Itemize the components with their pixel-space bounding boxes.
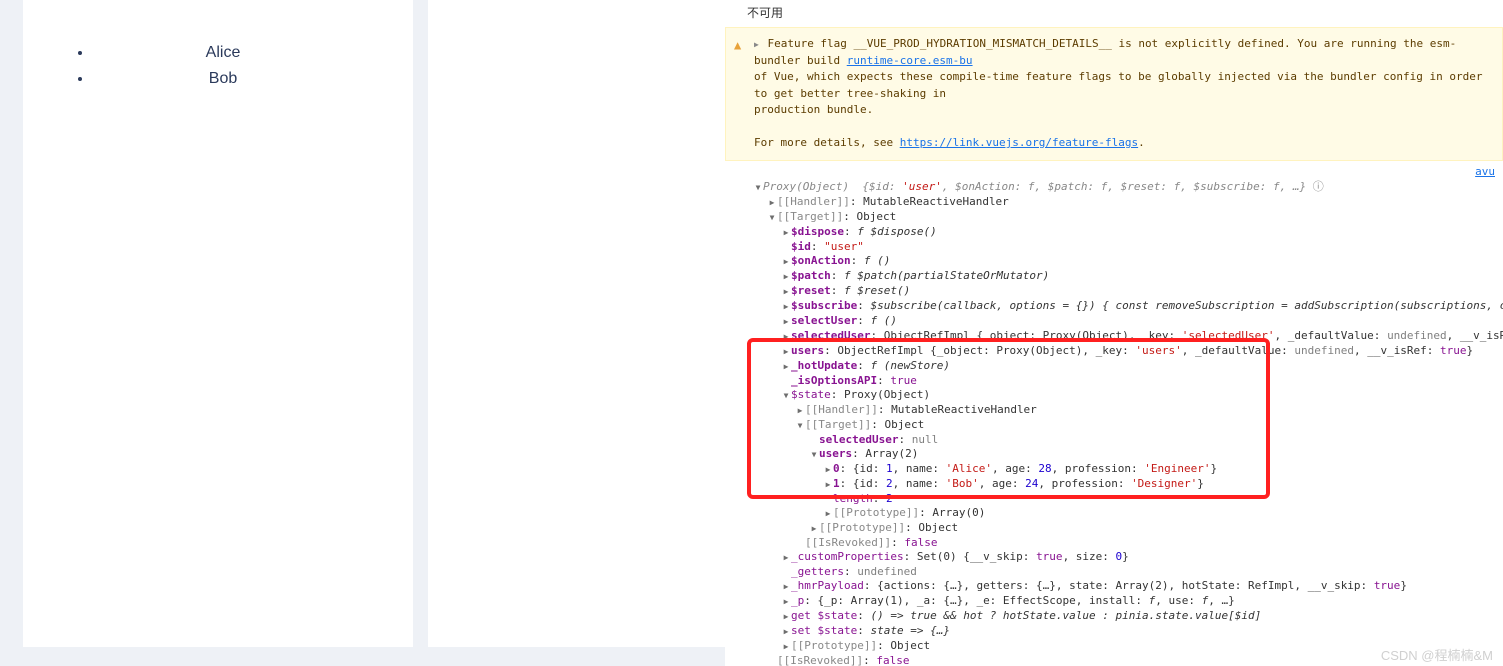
- app-preview-panel: Alice Bob: [23, 0, 413, 647]
- expand-arrow-icon[interactable]: [823, 507, 833, 521]
- expand-arrow-icon[interactable]: [823, 478, 833, 492]
- expand-arrow-icon[interactable]: [781, 300, 791, 314]
- warning-text: production bundle.: [754, 103, 873, 116]
- expand-arrow-icon[interactable]: [781, 551, 791, 565]
- info-icon[interactable]: ⓘ: [1313, 180, 1324, 193]
- warning-icon: ▲: [734, 36, 741, 54]
- middle-empty-panel: [428, 0, 725, 647]
- expand-arrow-icon[interactable]: [781, 270, 791, 284]
- list-item[interactable]: Bob: [93, 66, 393, 92]
- console-tab-label: 不可用: [725, 0, 1503, 25]
- source-link[interactable]: avu: [1475, 165, 1495, 178]
- expand-arrow-icon[interactable]: [781, 315, 791, 329]
- expand-arrow-icon[interactable]: [781, 640, 791, 654]
- warning-source-link[interactable]: runtime-core.esm-bu: [847, 54, 973, 67]
- expand-arrow-icon[interactable]: [781, 330, 791, 344]
- expand-arrow-icon[interactable]: [795, 419, 805, 433]
- expand-arrow-icon[interactable]: [809, 448, 819, 462]
- warning-text: For more details, see: [754, 136, 900, 149]
- expand-arrow-icon[interactable]: [781, 580, 791, 594]
- console-warning: ▲ Feature flag __VUE_PROD_HYDRATION_MISM…: [725, 27, 1503, 161]
- expand-arrow-icon[interactable]: [781, 226, 791, 240]
- devtools-console-panel: 不可用 ▲ Feature flag __VUE_PROD_HYDRATION_…: [725, 0, 1503, 666]
- expand-arrow-icon[interactable]: [767, 211, 777, 225]
- expand-arrow-icon[interactable]: [781, 610, 791, 624]
- expand-arrow-icon[interactable]: [754, 37, 759, 50]
- expand-arrow-icon[interactable]: [809, 522, 819, 536]
- expand-arrow-icon[interactable]: [781, 595, 791, 609]
- watermark: CSDN @程楠楠&M: [1381, 645, 1493, 664]
- expand-arrow-icon[interactable]: [781, 345, 791, 359]
- expand-arrow-icon[interactable]: [767, 196, 777, 210]
- expand-arrow-icon[interactable]: [781, 285, 791, 299]
- source-link-row: avu: [725, 163, 1503, 178]
- warning-link[interactable]: https://link.vuejs.org/feature-flags: [900, 136, 1138, 149]
- expand-arrow-icon[interactable]: [781, 255, 791, 269]
- expand-arrow-icon[interactable]: [753, 181, 763, 195]
- expand-arrow-icon[interactable]: [823, 463, 833, 477]
- console-object-tree[interactable]: Proxy(Object) {$id: 'user', $onAction: f…: [725, 178, 1503, 666]
- expand-arrow-icon[interactable]: [781, 360, 791, 374]
- expand-arrow-icon[interactable]: [781, 389, 791, 403]
- list-item[interactable]: Alice: [93, 40, 393, 66]
- user-list: Alice Bob: [43, 40, 393, 92]
- expand-arrow-icon[interactable]: [795, 404, 805, 418]
- warning-text: of Vue, which expects these compile-time…: [754, 70, 1482, 100]
- expand-arrow-icon[interactable]: [781, 625, 791, 639]
